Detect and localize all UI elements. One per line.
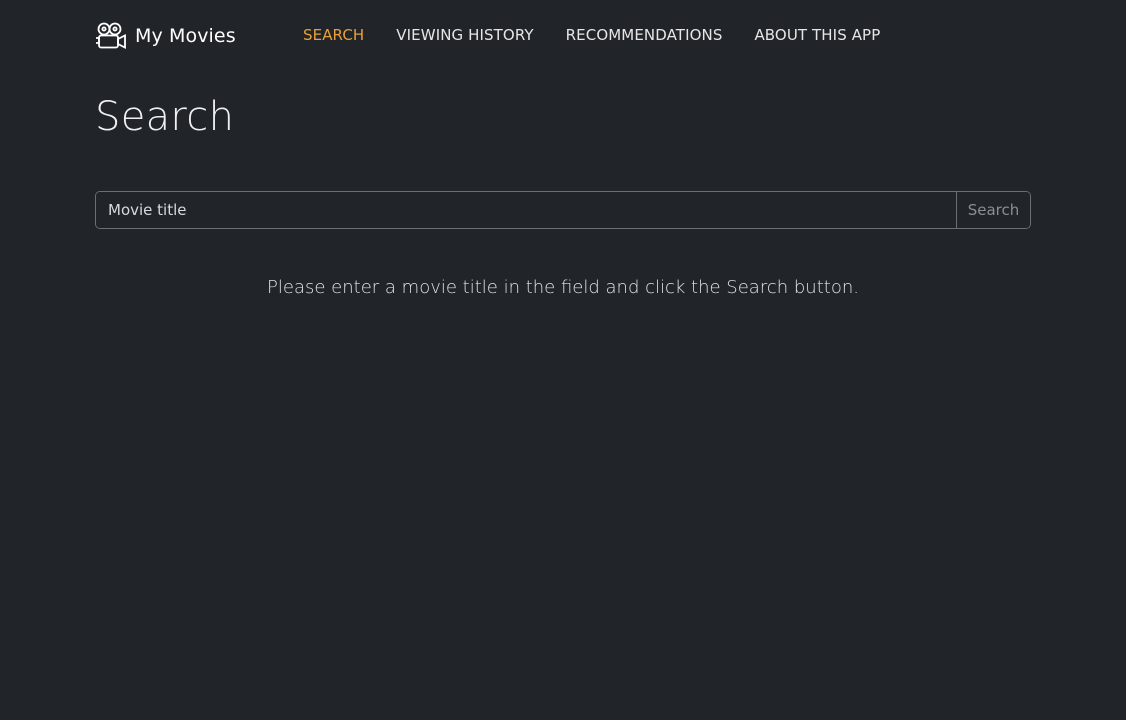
nav-link-recommendations[interactable]: RECOMMENDATIONS <box>566 26 723 44</box>
hint-text: Please enter a movie title in the field … <box>267 277 859 298</box>
brand-link[interactable]: My Movies <box>95 22 236 50</box>
nav-link-viewing-history[interactable]: VIEWING HISTORY <box>396 26 533 44</box>
nav-links: SEARCH VIEWING HISTORY RECOMMENDATIONS A… <box>303 26 912 44</box>
nav-link-search[interactable]: SEARCH <box>303 26 364 44</box>
search-group: Search <box>95 191 1031 229</box>
nav-link-about[interactable]: ABOUT THIS APP <box>754 26 880 44</box>
navbar: My Movies SEARCH VIEWING HISTORY RECOMME… <box>0 0 1126 72</box>
brand-label: My Movies <box>135 25 236 47</box>
movie-camera-icon <box>95 22 127 50</box>
search-button[interactable]: Search <box>956 192 1030 228</box>
page-title: Search <box>95 94 235 140</box>
search-input[interactable] <box>96 192 956 228</box>
